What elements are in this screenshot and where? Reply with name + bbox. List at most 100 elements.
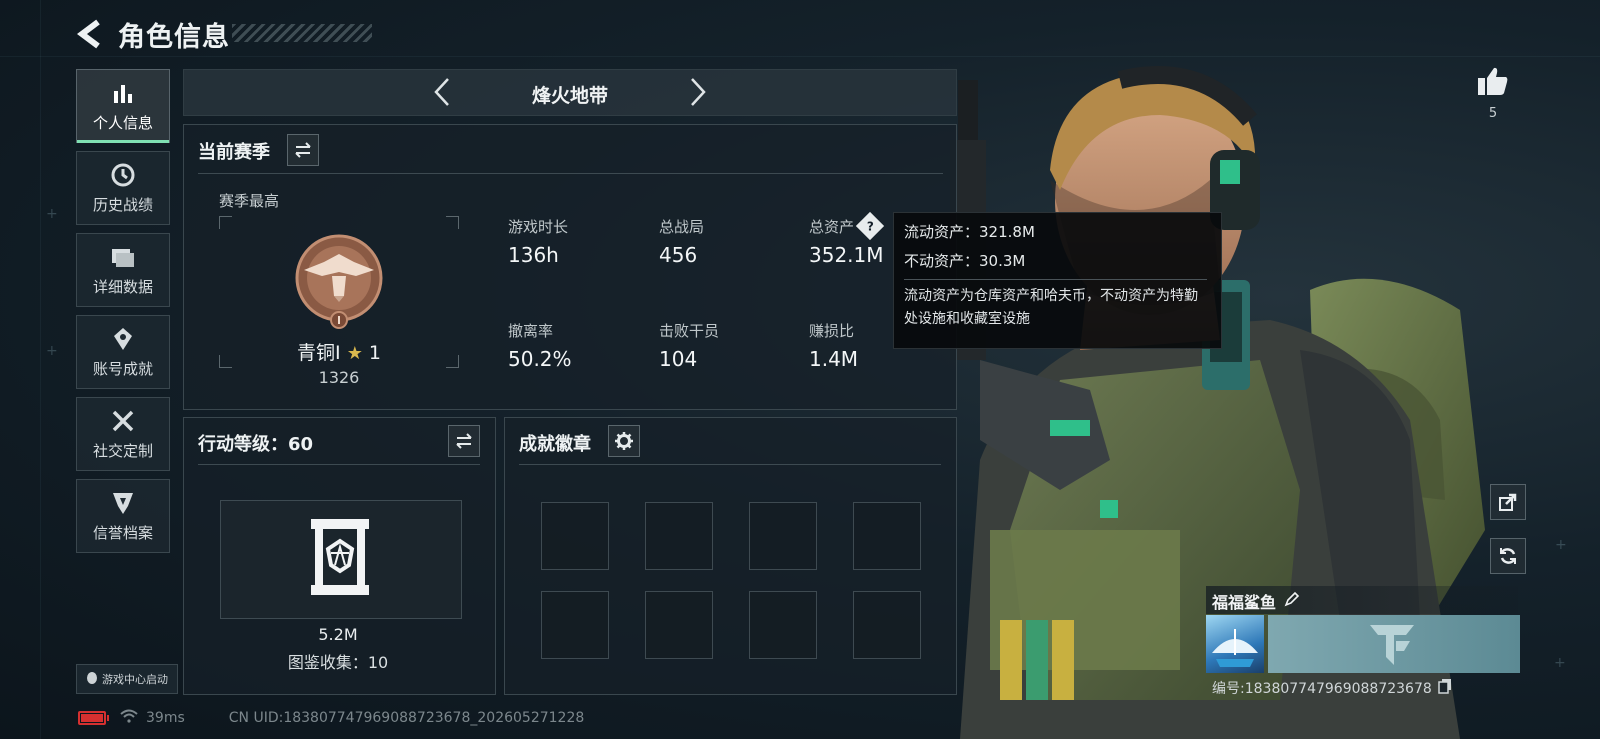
stat-total-assets: 总资产 ? 352.1M (809, 211, 885, 267)
sidebar-item-reputation[interactable]: 信誉档案 (76, 479, 170, 553)
sidebar-item-label: 个人信息 (92, 113, 153, 132)
stat-operators-defeated: 击败干员 104 (659, 319, 720, 372)
stat-label: 游戏时长 (508, 217, 569, 236)
stat-total-matches: 总战局 456 (659, 215, 705, 268)
copy-icon[interactable] (1438, 678, 1452, 698)
badge-slot[interactable] (749, 591, 817, 659)
sidebar-item-label: 社交定制 (92, 441, 153, 460)
collection-card[interactable] (220, 500, 462, 619)
sidebar-item-label: 信誉档案 (92, 523, 153, 542)
game-center-launch-button[interactable]: 游戏中心启动 (76, 664, 178, 694)
assets-tooltip: 流动资产：321.8M 不动资产：30.3M 流动资产为仓库资产和哈夫币，不动资… (893, 212, 1222, 349)
mode-selector: 烽火地带 (183, 69, 957, 116)
level-title: 行动等级：60 (198, 434, 314, 455)
stat-label: 总资产 (809, 217, 855, 236)
rank-frame: 青铜I ★ 1 1326 (219, 216, 459, 387)
liquid-assets: 流动资产：321.8M (904, 223, 1035, 241)
badge-slot[interactable] (853, 591, 921, 659)
share-icon (1499, 493, 1517, 511)
frame-corner (446, 216, 459, 229)
title-stripes (232, 24, 372, 42)
mode-title: 烽火地带 (531, 85, 608, 107)
divider (198, 464, 480, 465)
divider (519, 464, 941, 465)
back-arrow-icon[interactable] (76, 19, 104, 49)
nickname: 福福鲨鱼 (1212, 593, 1277, 612)
page-title: 角色信息 (118, 21, 230, 53)
thumbs-up-icon (1478, 67, 1508, 95)
badge-slot[interactable] (645, 502, 713, 570)
sidebar-item-label: 详细数据 (92, 277, 153, 296)
stat-label: 击败干员 (659, 321, 720, 340)
badge-slot[interactable] (645, 591, 713, 659)
grid-line (40, 0, 41, 739)
plus-mark: + (1555, 537, 1567, 553)
player-id: 编号:183807747969088723678 (1212, 678, 1452, 698)
badges-title: 成就徽章 (519, 434, 591, 455)
rank-score: 1326 (318, 368, 360, 387)
sidebar-item-achievements[interactable]: 账号成就 (76, 315, 170, 389)
tooltip-divider (904, 279, 1207, 280)
refresh-icon (1500, 548, 1516, 564)
player-id-label: 编号:183807747969088723678 (1212, 681, 1432, 697)
sidebar-item-personal-info[interactable]: 个人信息 (76, 69, 170, 143)
level-switch-button[interactable] (448, 425, 480, 457)
star-icon: ★ (346, 343, 363, 364)
sidebar-item-history[interactable]: 历史战绩 (76, 151, 170, 225)
nameplate-banner[interactable] (1268, 615, 1520, 673)
badges-settings-button[interactable] (608, 425, 640, 457)
launch-label: 游戏中心启动 (102, 673, 168, 686)
help-icon[interactable]: ? (855, 211, 885, 241)
collection-count: 图鉴收集：10 (287, 653, 389, 672)
nickname-row: 福福鲨鱼 (1212, 589, 1300, 613)
stat-value: 1.4M (809, 347, 859, 371)
battery-fill (81, 714, 103, 722)
stat-value: 456 (659, 243, 698, 267)
edit-pencil-icon[interactable] (1284, 591, 1300, 611)
penguin-icon (86, 671, 98, 688)
header: 角色信息 (76, 14, 230, 54)
stat-value: 352.1M (809, 243, 884, 267)
badge-slot[interactable] (749, 502, 817, 570)
status-bar: 39ms CN UID:183807747969088723678_202605… (78, 707, 584, 729)
uid-label: CN UID:183807747969088723678_20260527122… (228, 710, 585, 726)
sidebar-item-label: 历史战绩 (92, 195, 153, 214)
stat-label: 总战局 (659, 217, 705, 236)
badge-slot[interactable] (853, 502, 921, 570)
collection-case-icon (311, 519, 369, 595)
plus-mark: + (46, 206, 58, 222)
like-widget[interactable]: 5 (1477, 66, 1509, 121)
refresh-button[interactable] (1490, 538, 1526, 574)
season-best-label: 赛季最高 (219, 192, 280, 210)
plus-mark: + (46, 343, 58, 359)
season-switch-button[interactable] (287, 134, 319, 166)
avatar[interactable] (1206, 615, 1264, 673)
sidebar-item-social[interactable]: 社交定制 (76, 397, 170, 471)
sidebar-item-details[interactable]: 详细数据 (76, 233, 170, 307)
ping-label: 39ms (146, 710, 185, 726)
tooltip-description: 流动资产为仓库资产和哈夫币，不动资产为特勤处设施和收藏室设施 (904, 288, 1198, 327)
bar-chart-icon (110, 80, 136, 106)
gear-icon (615, 432, 633, 450)
plus-mark: + (1554, 655, 1566, 671)
swap-icon (295, 142, 311, 158)
clock-icon (110, 162, 136, 188)
stat-label: 赚损比 (809, 321, 855, 340)
divider (198, 173, 943, 174)
next-mode-button[interactable] (684, 76, 712, 108)
fixed-assets: 不动资产：30.3M (904, 252, 1026, 270)
stat-value: 104 (659, 347, 698, 371)
badge-slot[interactable] (541, 591, 609, 659)
avatar-image (1212, 629, 1258, 667)
stat-extraction-rate: 撤离率 50.2% (508, 319, 572, 372)
share-button[interactable] (1490, 484, 1526, 520)
battery-icon (78, 711, 109, 725)
sidebar-item-label: 账号成就 (92, 359, 153, 378)
stat-value: 50.2% (508, 347, 572, 371)
folder-icon (110, 244, 136, 270)
achievement-icon (110, 326, 136, 352)
badge-slot[interactable] (541, 502, 609, 570)
wifi-icon (120, 709, 138, 727)
level-value: 5.2M (318, 625, 358, 644)
frame-corner (219, 216, 232, 229)
